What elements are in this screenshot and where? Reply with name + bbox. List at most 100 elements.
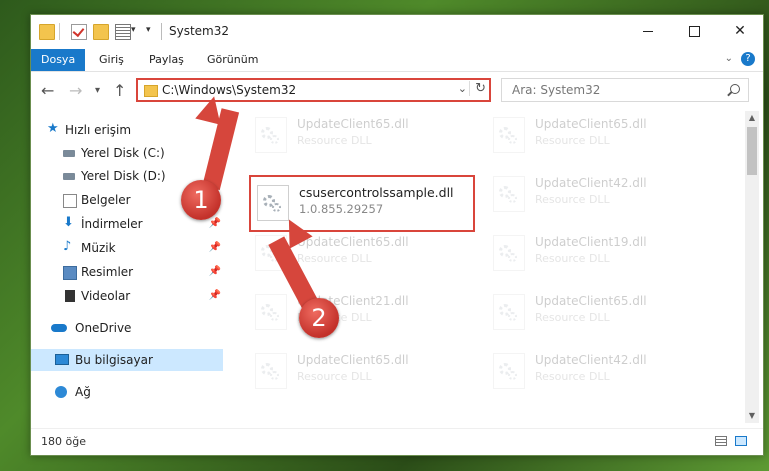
sidebar-item-onedrive[interactable]: OneDrive	[31, 317, 223, 339]
tiles-view-icon[interactable]	[735, 436, 747, 446]
list-item[interactable]: UpdateClient42.dll Resource DLL	[487, 170, 717, 218]
vertical-scrollbar[interactable]: ▲ ▼	[745, 111, 759, 423]
star-icon: ★	[47, 121, 59, 136]
details-view-icon[interactable]	[715, 436, 727, 446]
dll-file-icon	[255, 294, 287, 330]
sidebar-item-label: Hızlı erişim	[65, 123, 132, 137]
recent-locations-icon[interactable]: ▾	[95, 85, 100, 96]
chevron-down-icon[interactable]: ▾	[131, 25, 136, 35]
document-icon	[63, 194, 77, 208]
search-placeholder[interactable]: Ara: System32	[512, 83, 600, 97]
pin-icon[interactable]: 📌	[209, 261, 221, 283]
refresh-icon[interactable]: ↻	[469, 81, 486, 96]
file-description: 1.0.855.29257	[299, 202, 384, 216]
view-options-icon[interactable]	[115, 24, 131, 40]
picture-icon	[63, 266, 77, 280]
close-button[interactable]: ✕	[717, 15, 763, 47]
forward-arrow-icon[interactable]: →	[69, 81, 82, 100]
sidebar-item-quick-access[interactable]: ★ Hızlı erişim	[31, 119, 223, 141]
file-description: Resource DLL	[535, 311, 610, 324]
file-description: Resource DLL	[535, 252, 610, 265]
file-name: UpdateClient65.dll	[297, 353, 409, 367]
file-description: Resource DLL	[535, 193, 610, 206]
dll-file-icon	[493, 294, 525, 330]
navigation-bar: ← → ▾ ↑ C:\Windows\System32 ⌄ ↻ Ara: Sys…	[31, 72, 763, 108]
list-item[interactable]: UpdateClient65.dll Resource DLL	[487, 288, 717, 336]
customize-toolbar-icon[interactable]: ▾	[146, 25, 151, 35]
list-item[interactable]: UpdateClient19.dll Resource DLL	[487, 229, 717, 277]
network-icon	[55, 386, 67, 398]
ribbon: Dosya Giriş Paylaş Görünüm ⌄ ?	[31, 49, 763, 72]
navigation-pane: ★ Hızlı erişim Yerel Disk (C:) 📌 Yerel D…	[31, 111, 223, 423]
status-bar: 180 öğe	[31, 428, 763, 455]
sidebar-item-pictures[interactable]: Resimler 📌	[31, 261, 223, 283]
sidebar-item-label: Bu bilgisayar	[75, 353, 153, 367]
item-count: 180 öğe	[41, 435, 86, 448]
maximize-button[interactable]	[671, 15, 717, 47]
properties-check-icon[interactable]	[71, 24, 87, 40]
computer-icon	[55, 354, 69, 365]
file-description: Resource DLL	[297, 252, 372, 265]
file-name: UpdateClient65.dll	[297, 117, 409, 131]
tab-file[interactable]: Dosya	[31, 49, 86, 71]
list-item[interactable]: UpdateClient65.dll Resource DLL	[249, 347, 479, 395]
title-bar: ▾ ▾ System32 ✕	[31, 15, 763, 49]
help-icon[interactable]: ?	[741, 52, 755, 66]
sidebar-item-this-pc[interactable]: Bu bilgisayar	[31, 349, 223, 371]
pin-icon[interactable]: 📌	[209, 285, 221, 307]
disk-icon	[63, 173, 75, 180]
music-note-icon: ♪	[63, 239, 72, 254]
scroll-up-icon[interactable]: ▲	[745, 111, 759, 125]
scroll-down-icon[interactable]: ▼	[745, 409, 759, 423]
cloud-icon	[51, 324, 67, 332]
dll-file-icon	[493, 353, 525, 389]
sidebar-item-local-disk-c[interactable]: Yerel Disk (C:) 📌	[31, 142, 223, 164]
dll-file-icon	[255, 353, 287, 389]
minimize-button[interactable]	[625, 15, 671, 47]
list-item[interactable]: UpdateClient65.dll Resource DLL	[249, 111, 479, 159]
address-path[interactable]: C:\Windows\System32	[162, 83, 296, 97]
dll-file-icon	[493, 176, 525, 212]
list-item[interactable]: UpdateClient42.dll Resource DLL	[487, 347, 717, 395]
file-explorer-window: ▾ ▾ System32 ✕ Dosya Giriş Paylaş Görünü…	[30, 14, 764, 456]
sidebar-item-label: Ağ	[75, 385, 91, 399]
new-folder-icon[interactable]	[93, 24, 109, 40]
up-arrow-icon[interactable]: ↑	[113, 81, 126, 100]
folder-icon	[144, 85, 158, 97]
search-box[interactable]: Ara: System32	[501, 78, 749, 102]
qa-separator	[59, 23, 60, 40]
back-arrow-icon[interactable]: ←	[41, 81, 54, 100]
step-2-badge: 2	[299, 298, 339, 338]
file-name: UpdateClient42.dll	[535, 176, 647, 190]
tab-share[interactable]: Paylaş	[139, 49, 194, 71]
list-item[interactable]: UpdateClient21.dll Resource DLL	[249, 288, 479, 336]
sidebar-item-music[interactable]: ♪ Müzik 📌	[31, 237, 223, 259]
window-title: System32	[169, 24, 230, 38]
list-item[interactable]: UpdateClient65.dll Resource DLL	[487, 111, 717, 159]
step-1-badge: 1	[181, 180, 221, 220]
dll-file-icon	[257, 185, 289, 221]
chevron-down-icon[interactable]: ⌄	[458, 82, 467, 95]
sidebar-item-label: Yerel Disk (D:)	[81, 169, 166, 183]
sidebar-item-network[interactable]: Ağ	[31, 381, 223, 403]
download-icon: ⬇	[63, 215, 74, 230]
expand-ribbon-icon[interactable]: ⌄	[725, 53, 733, 64]
file-name: UpdateClient65.dll	[535, 117, 647, 131]
sidebar-item-videos[interactable]: Videolar 📌	[31, 285, 223, 307]
search-icon[interactable]	[730, 84, 740, 94]
pin-icon[interactable]: 📌	[209, 237, 221, 259]
file-description: Resource DLL	[297, 370, 372, 383]
sidebar-item-label: Videolar	[81, 289, 131, 303]
tab-view[interactable]: Görünüm	[197, 49, 268, 71]
sidebar-item-label: İndirmeler	[81, 217, 143, 231]
address-bar[interactable]: C:\Windows\System32 ⌄ ↻	[136, 78, 491, 102]
folder-icon	[39, 24, 55, 40]
file-name: csusercontrolssample.dll	[299, 185, 454, 200]
sidebar-item-label: Resimler	[81, 265, 134, 279]
tab-home[interactable]: Giriş	[89, 49, 134, 71]
scrollbar-thumb[interactable]	[747, 127, 757, 175]
file-description: Resource DLL	[297, 134, 372, 147]
file-name: UpdateClient65.dll	[535, 294, 647, 308]
film-icon	[63, 290, 77, 302]
sidebar-item-label: Yerel Disk (C:)	[81, 146, 165, 160]
